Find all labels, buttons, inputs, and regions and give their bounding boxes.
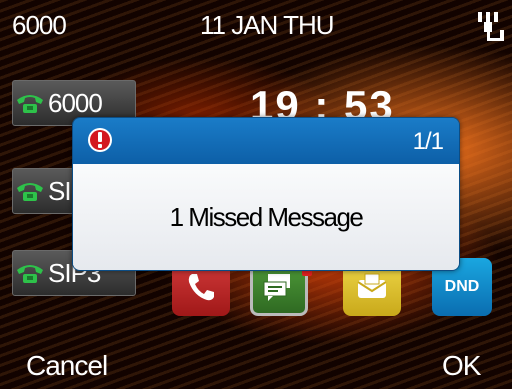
line-key-label: 6000 xyxy=(48,87,103,118)
status-date: 11 JAN THU xyxy=(200,10,335,40)
voicemail-icon xyxy=(357,273,387,298)
cancel-softkey[interactable]: Cancel xyxy=(26,350,108,382)
dialog-body: 1 Missed Message xyxy=(73,164,459,270)
dialog-counter: 1/1 xyxy=(412,128,444,155)
dnd-label: DND xyxy=(444,278,480,295)
alert-icon xyxy=(88,128,112,152)
status-bar: 6000 11 JAN THU xyxy=(0,0,512,56)
dialog-header: 1/1 xyxy=(73,118,459,164)
phone-handset-icon xyxy=(17,265,43,283)
message-icon xyxy=(263,274,290,301)
phone-icon xyxy=(188,274,214,301)
line-key-label: SI xyxy=(48,175,72,206)
phone-handset-icon xyxy=(17,183,43,201)
softkey-bar: Cancel OK xyxy=(0,340,512,389)
dialog-message: 1 Missed Message xyxy=(169,201,364,232)
missed-message-dialog[interactable]: 1/1 1 Missed Message xyxy=(72,117,460,271)
status-account: 6000 xyxy=(12,10,67,40)
network-ethernet-icon xyxy=(478,12,504,41)
ok-softkey[interactable]: OK xyxy=(442,350,481,382)
phone-handset-icon xyxy=(17,95,43,113)
